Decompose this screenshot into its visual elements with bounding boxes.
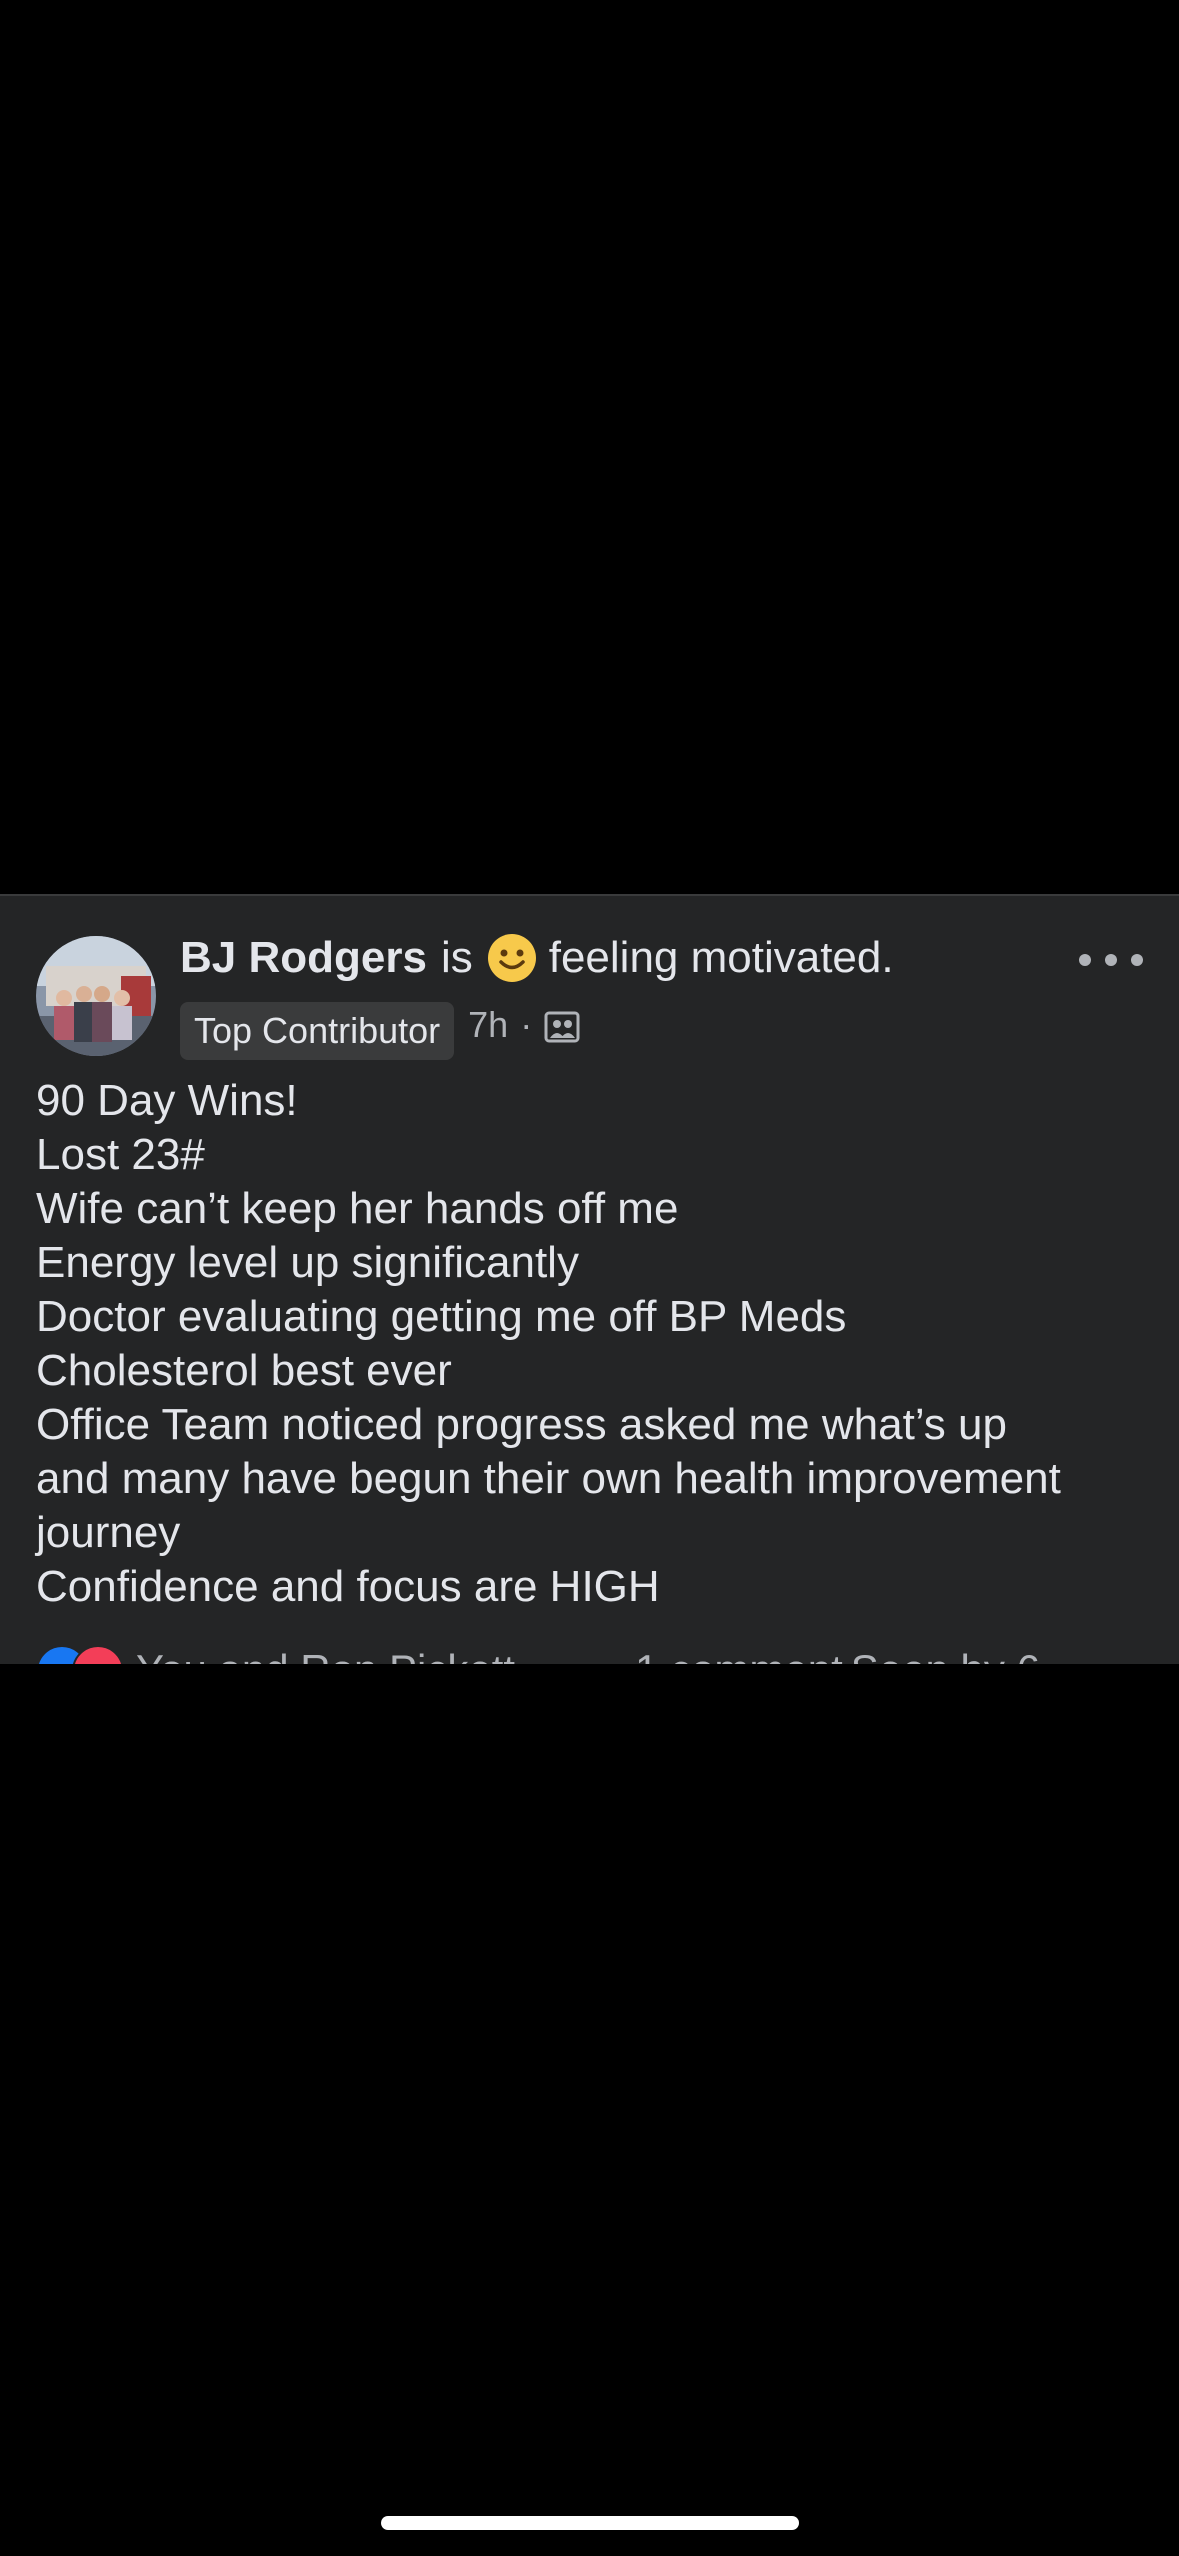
post-line: and many have begun their own health imp… xyxy=(36,1454,1061,1503)
group-members-icon xyxy=(544,1009,580,1045)
feeling-text[interactable]: feeling motivated. xyxy=(549,928,894,988)
post-line: 90 Day Wins! xyxy=(36,1076,298,1125)
post-meta: Top Contributor 7h · xyxy=(180,1000,580,1062)
avatar-photo xyxy=(36,936,156,1056)
top-contributor-badge[interactable]: Top Contributor xyxy=(180,1002,455,1060)
post-line: Energy level up significantly xyxy=(36,1238,579,1287)
meta-separator: · xyxy=(520,1004,533,1045)
comment-count[interactable]: 1 comment xyxy=(635,1646,843,1664)
more-options-icon[interactable] xyxy=(1079,940,1143,980)
post-footer: You and Ron Pickett 1 comment Seen by 6 xyxy=(36,1640,1146,1664)
post-card: BJ Rodgers is feeling motivated. Top Con… xyxy=(0,894,1179,1664)
post-time[interactable]: 7h xyxy=(468,1004,508,1046)
post-line: Confidence and focus are HIGH xyxy=(36,1562,660,1611)
reaction-names[interactable]: You and Ron Pickett xyxy=(136,1646,515,1664)
author-avatar[interactable] xyxy=(36,936,156,1056)
post-line: Cholesterol best ever xyxy=(36,1346,452,1395)
post-body: 90 Day Wins! Lost 23# Wife can’t keep he… xyxy=(36,1074,1146,1614)
author-name[interactable]: BJ Rodgers xyxy=(180,928,427,988)
smiling-face-icon xyxy=(487,933,537,983)
post-line: journey xyxy=(36,1508,181,1557)
home-indicator[interactable] xyxy=(381,2516,799,2530)
post-line: Office Team noticed progress asked me wh… xyxy=(36,1400,1007,1449)
post-line: Lost 23# xyxy=(36,1130,205,1179)
seen-by[interactable]: Seen by 6 xyxy=(851,1646,1040,1664)
is-text: is xyxy=(440,933,473,982)
love-reaction-icon xyxy=(72,1645,124,1664)
reaction-icons[interactable] xyxy=(36,1645,132,1664)
post-line: Wife can’t keep her hands off me xyxy=(36,1184,679,1233)
post-line: Doctor evaluating getting me off BP Meds xyxy=(36,1292,847,1341)
post-header: BJ Rodgers is feeling motivated. xyxy=(180,928,894,988)
